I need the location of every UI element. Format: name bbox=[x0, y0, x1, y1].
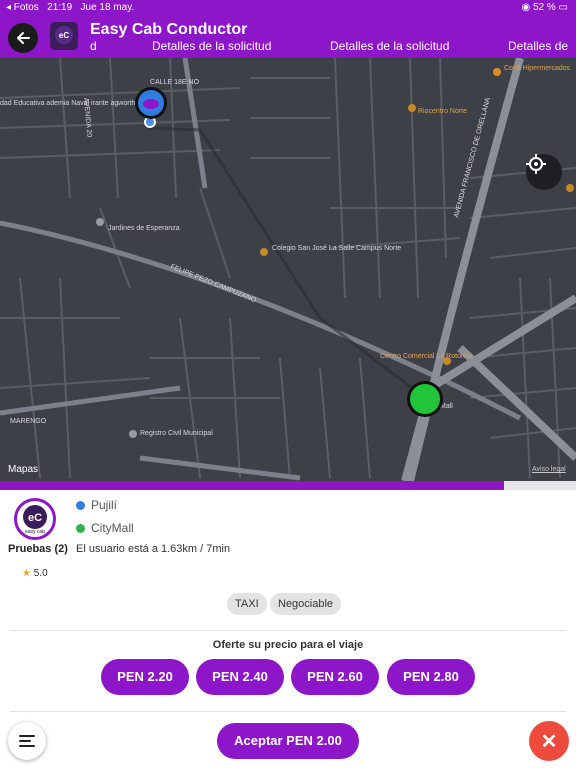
map-label: Centro Comercial La Rotonda bbox=[380, 353, 473, 360]
svg-text:eC: eC bbox=[59, 31, 69, 40]
clock: 21:19 bbox=[47, 2, 73, 13]
offer-price-button[interactable]: PEN 2.40 bbox=[196, 659, 284, 695]
origin-address: Pujilí bbox=[76, 498, 117, 512]
easy-cab-logo-icon: eC easy cab bbox=[23, 505, 47, 535]
offer-price-button[interactable]: PEN 2.80 bbox=[387, 659, 475, 695]
maps-attribution: Mapas bbox=[8, 464, 39, 475]
arrow-left-icon bbox=[17, 32, 30, 44]
map-label: CALLE 18E NO bbox=[150, 79, 200, 86]
offer-price-button[interactable]: PEN 2.20 bbox=[101, 659, 189, 695]
passenger-rating: ★ 5.0 bbox=[22, 568, 48, 579]
reject-button[interactable]: ✕ bbox=[529, 721, 569, 761]
date: Jue 18 may. bbox=[80, 2, 135, 13]
accept-offer-button[interactable]: Aceptar PEN 2.00 bbox=[217, 723, 359, 759]
marquee-text: Detalles de la solicitud bbox=[152, 39, 272, 53]
app-header: eC Easy Cab Conductor d Detalles de la s… bbox=[0, 16, 576, 58]
menu-icon bbox=[19, 735, 35, 747]
request-timer-bar bbox=[0, 481, 576, 490]
legal-link[interactable]: Aviso legal bbox=[532, 466, 566, 473]
destination-marker[interactable] bbox=[407, 381, 443, 417]
back-to-app-link[interactable]: ◂ Fotos bbox=[6, 2, 39, 13]
offer-title: Oferte su precio para el viaje bbox=[212, 639, 364, 651]
origin-dot-icon bbox=[76, 501, 85, 511]
wifi-icon: ◉ bbox=[521, 2, 531, 13]
svg-text:eC: eC bbox=[28, 512, 42, 524]
status-bar: ◂ Fotos 21:19 Jue 18 may. ◉ 52 % ▭ bbox=[0, 0, 576, 16]
map-label: Coral Hipermercados bbox=[504, 65, 571, 72]
destination-dot-icon bbox=[76, 524, 85, 534]
offer-price-button[interactable]: PEN 2.60 bbox=[291, 659, 379, 695]
crosshair-icon bbox=[526, 154, 546, 174]
destination-address: CityMall bbox=[76, 521, 134, 535]
map-label: Registro Civil Municipal bbox=[140, 430, 213, 437]
divider bbox=[10, 630, 566, 631]
easy-cab-logo-icon: eC bbox=[55, 26, 73, 44]
svg-text:easy cab: easy cab bbox=[25, 529, 45, 535]
battery-level: 52 % bbox=[532, 2, 556, 13]
recenter-location-button[interactable] bbox=[526, 154, 562, 190]
request-timer-fill bbox=[0, 481, 504, 490]
map-label: MARENGO bbox=[10, 418, 47, 425]
app-title: Easy Cab Conductor bbox=[90, 21, 248, 38]
battery-icon: ▭ bbox=[558, 2, 568, 13]
map-label: dad Educativa ademia Naval irante agwort… bbox=[0, 100, 136, 107]
passenger-distance: El usuario está a 1.63km / 7min bbox=[76, 543, 231, 555]
back-button[interactable] bbox=[8, 23, 38, 53]
divider bbox=[10, 711, 566, 712]
map-view[interactable]: CALLE 18E NO Jardines de Esperanza Coleg… bbox=[0, 58, 576, 481]
app-logo: eC bbox=[50, 22, 78, 50]
map-streets: CALLE 18E NO Jardines de Esperanza Coleg… bbox=[0, 58, 576, 481]
service-type-tag: TAXI bbox=[227, 593, 267, 615]
request-details-marquee: d Detalles de la solicitud Detalles de l… bbox=[90, 39, 576, 55]
map-label: Colegio San José La Salle Campus Norte bbox=[272, 245, 401, 252]
avatar: eC easy cab bbox=[14, 498, 56, 540]
passenger-name: Pruebas (2) bbox=[8, 543, 68, 555]
close-icon: ✕ bbox=[540, 730, 558, 753]
map-label: Riocentro Norte bbox=[418, 108, 467, 115]
map-label: Jardines de Esperanza bbox=[108, 225, 180, 232]
star-icon: ★ bbox=[22, 568, 31, 579]
negotiable-tag: Negociable bbox=[270, 593, 342, 615]
marquee-text: Detalles de la solicitud bbox=[330, 39, 450, 53]
marquee-text: d bbox=[90, 39, 97, 53]
marquee-text: Detalles de bbox=[508, 39, 569, 53]
menu-button[interactable] bbox=[8, 722, 46, 760]
